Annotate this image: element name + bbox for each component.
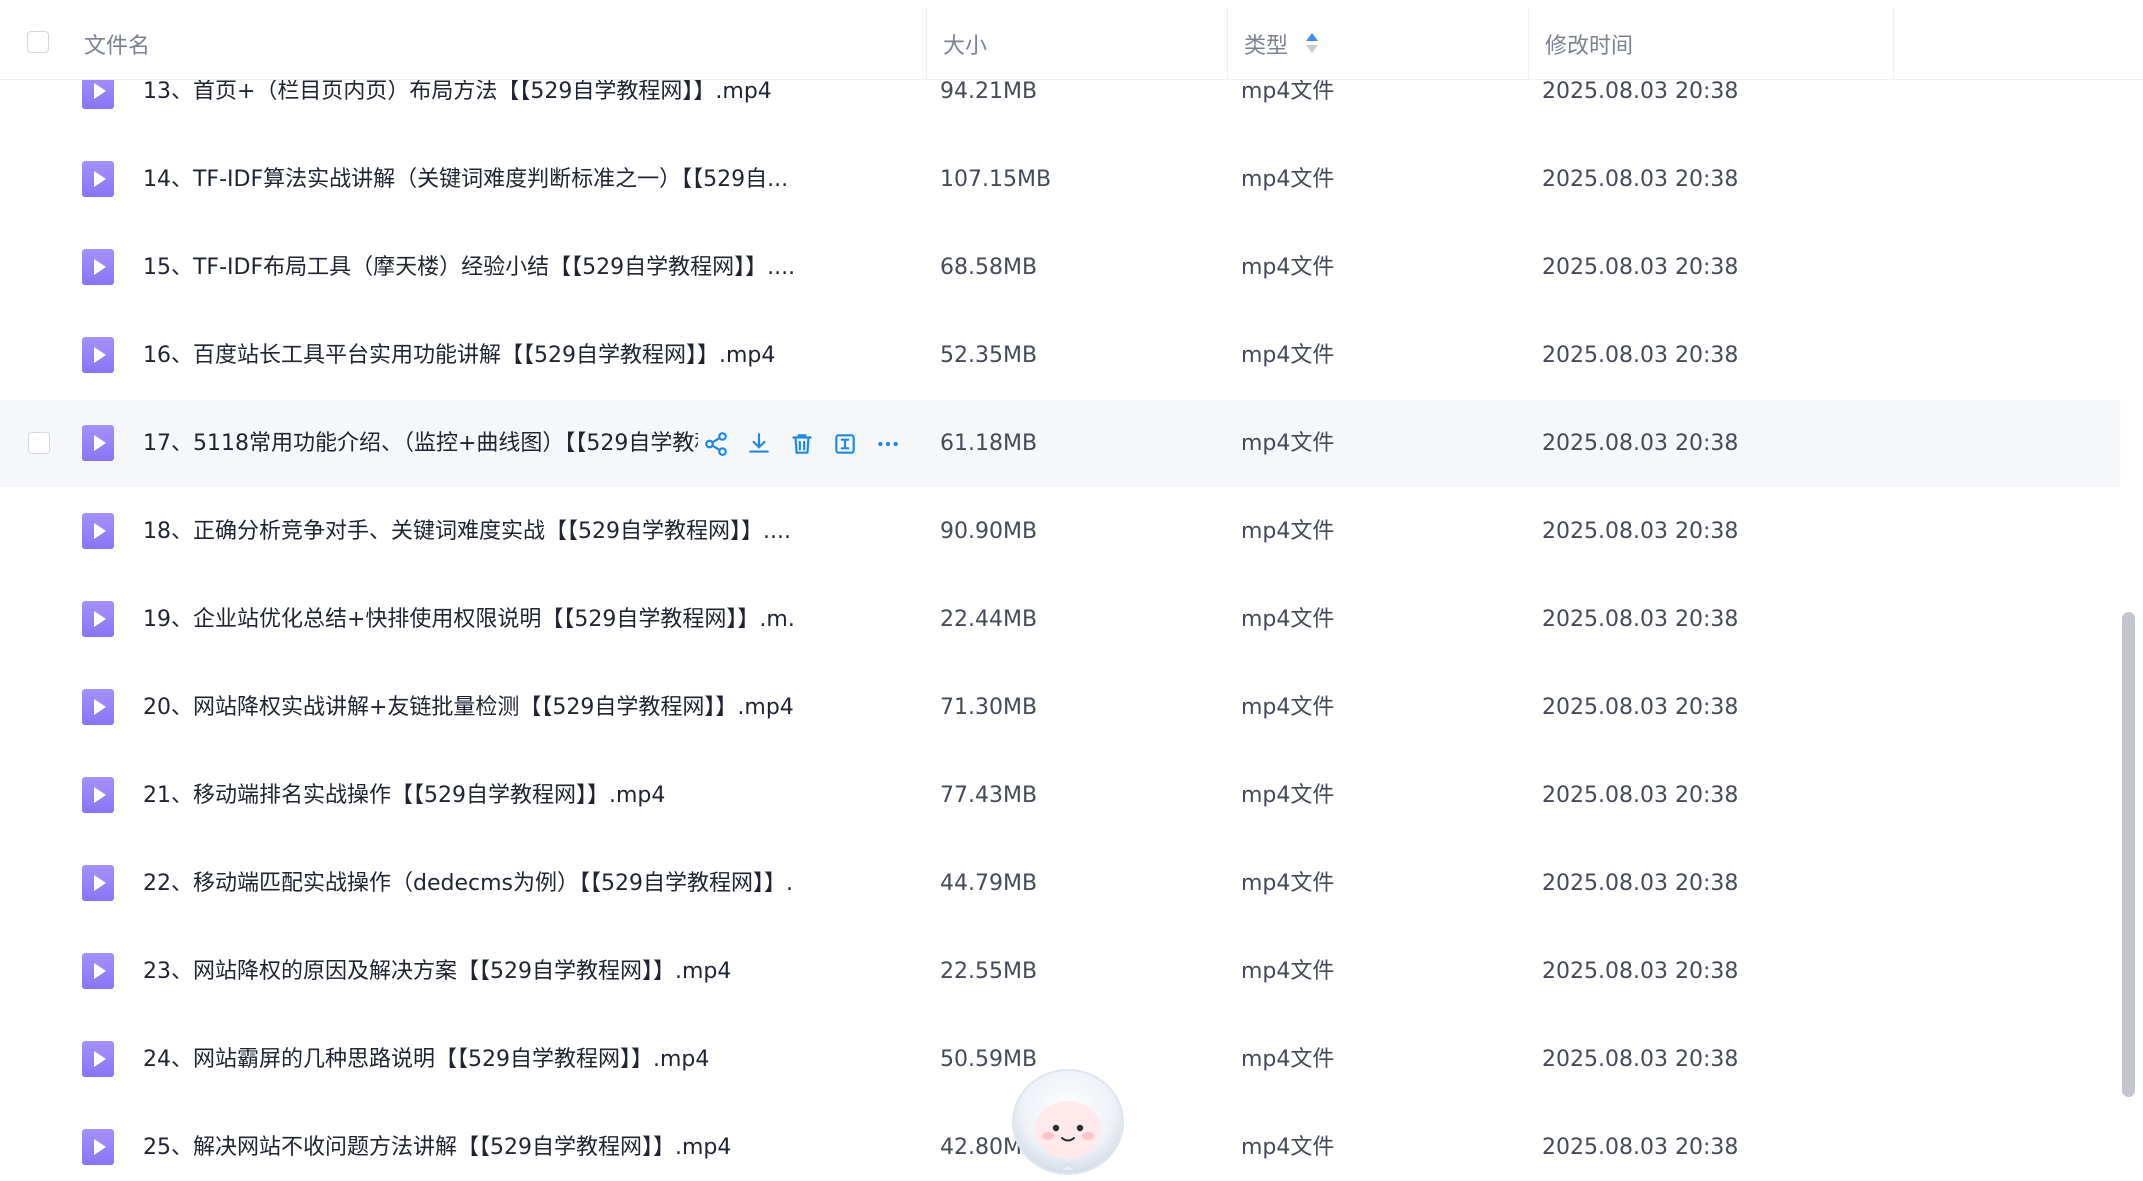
file-row[interactable]: 20、网站降权实战讲解+友链批量检测【【529自学教程网】】.mp4 71.30… — [0, 664, 2120, 751]
file-name[interactable]: 21、移动端排名实战操作【【529自学教程网】】.mp4 — [143, 752, 665, 839]
file-type: mp4文件 — [1241, 1135, 1335, 1160]
file-name[interactable]: 18、正确分析竞争对手、关键词难度实战【【529自学教程网】】.... — [143, 488, 791, 575]
column-divider[interactable] — [1528, 8, 1529, 79]
column-header-name-label: 文件名 — [84, 33, 151, 59]
row-checkbox[interactable] — [28, 432, 50, 454]
file-list-header: 文件名 大小 类型 修改时间 — [0, 0, 2143, 80]
file-row[interactable]: 19、企业站优化总结+快排使用权限说明【【529自学教程网】】.m... 22.… — [0, 576, 2120, 663]
file-row[interactable]: 21、移动端排名实战操作【【529自学教程网】】.mp4 77.43MB mp4… — [0, 752, 2120, 839]
file-size: 90.90MB — [940, 519, 1038, 544]
video-play-icon[interactable] — [82, 513, 114, 549]
file-list: 13、首页+（栏目页内页）布局方法【【529自学教程网】】.mp4 94.21M… — [0, 0, 2120, 1181]
file-type: mp4文件 — [1241, 255, 1335, 280]
file-modified-time: 2025.08.03 20:38 — [1542, 871, 1739, 896]
column-header-type-label: 类型 — [1244, 33, 1289, 59]
file-modified-time: 2025.08.03 20:38 — [1542, 1047, 1739, 1072]
column-header-size-label: 大小 — [943, 33, 988, 59]
video-play-icon[interactable] — [82, 689, 114, 725]
video-play-icon[interactable] — [82, 1129, 114, 1165]
file-modified-time: 2025.08.03 20:38 — [1542, 607, 1739, 632]
file-name[interactable]: 22、移动端匹配实战操作（dedecms为例）【【529自学教程网】】... — [143, 840, 793, 927]
column-header-mtime-label: 修改时间 — [1545, 33, 1634, 59]
file-type: mp4文件 — [1241, 607, 1335, 632]
download-icon[interactable] — [745, 430, 773, 458]
file-name[interactable]: 24、网站霸屏的几种思路说明【【529自学教程网】】.mp4 — [143, 1016, 709, 1103]
file-row[interactable]: 23、网站降权的原因及解决方案【【529自学教程网】】.mp4 22.55MB … — [0, 928, 2120, 1015]
more-icon[interactable] — [874, 430, 902, 458]
file-size: 77.43MB — [940, 783, 1038, 808]
file-size: 71.30MB — [940, 695, 1038, 720]
file-modified-time: 2025.08.03 20:38 — [1542, 255, 1739, 280]
vertical-scrollbar-thumb[interactable] — [2122, 612, 2135, 1097]
column-divider[interactable] — [926, 8, 927, 79]
file-row[interactable]: 16、百度站长工具平台实用功能讲解【【529自学教程网】】.mp4 52.35M… — [0, 312, 2120, 399]
file-row[interactable]: 15、TF-IDF布局工具（摩天楼）经验小结【【529自学教程网】】.... 6… — [0, 224, 2120, 311]
file-type: mp4文件 — [1241, 959, 1335, 984]
column-divider[interactable] — [1893, 8, 1894, 79]
file-row[interactable]: 18、正确分析竞争对手、关键词难度实战【【529自学教程网】】.... 90.9… — [0, 488, 2120, 575]
column-header-type[interactable]: 类型 — [1244, 8, 1524, 79]
file-size: 44.79MB — [940, 871, 1038, 896]
file-type: mp4文件 — [1241, 783, 1335, 808]
video-play-icon[interactable] — [82, 425, 114, 461]
file-type: mp4文件 — [1241, 871, 1335, 896]
column-header-size[interactable]: 大小 — [943, 8, 1223, 79]
file-row[interactable]: 22、移动端匹配实战操作（dedecms为例）【【529自学教程网】】... 4… — [0, 840, 2120, 927]
file-size: 22.44MB — [940, 607, 1038, 632]
file-modified-time: 2025.08.03 20:38 — [1542, 1135, 1739, 1160]
column-divider[interactable] — [1227, 8, 1228, 79]
video-play-icon[interactable] — [82, 1041, 114, 1077]
file-size: 107.15MB — [940, 167, 1052, 192]
file-name[interactable]: 17、5118常用功能介绍、（监控+曲线图）【【529自学教程网】】.mp4 — [143, 400, 698, 487]
file-size: 22.55MB — [940, 959, 1038, 984]
row-actions — [702, 400, 917, 487]
select-all-checkbox[interactable] — [27, 31, 49, 53]
file-name[interactable]: 23、网站降权的原因及解决方案【【529自学教程网】】.mp4 — [143, 928, 731, 1015]
file-type: mp4文件 — [1241, 343, 1335, 368]
rename-icon[interactable] — [831, 430, 859, 458]
file-type: mp4文件 — [1241, 431, 1335, 456]
file-type: mp4文件 — [1241, 1047, 1335, 1072]
column-header-mtime[interactable]: 修改时间 — [1545, 8, 1885, 79]
video-play-icon[interactable] — [82, 249, 114, 285]
file-modified-time: 2025.08.03 20:38 — [1542, 695, 1739, 720]
file-name[interactable]: 25、解决网站不收问题方法讲解【【529自学教程网】】.mp4 — [143, 1104, 731, 1181]
video-play-icon[interactable] — [82, 865, 114, 901]
file-name[interactable]: 16、百度站长工具平台实用功能讲解【【529自学教程网】】.mp4 — [143, 312, 775, 399]
delete-icon[interactable] — [788, 430, 816, 458]
video-play-icon[interactable] — [82, 337, 114, 373]
file-modified-time: 2025.08.03 20:38 — [1542, 167, 1739, 192]
file-modified-time: 2025.08.03 20:38 — [1542, 431, 1739, 456]
file-row[interactable]: 17、5118常用功能介绍、（监控+曲线图）【【529自学教程网】】.mp4 6… — [0, 400, 2120, 487]
assistant-mascot-icon[interactable] — [1010, 1066, 1126, 1181]
file-size: 68.58MB — [940, 255, 1038, 280]
file-type: mp4文件 — [1241, 167, 1335, 192]
file-list-view: 13、首页+（栏目页内页）布局方法【【529自学教程网】】.mp4 94.21M… — [0, 0, 2143, 1181]
video-play-icon[interactable] — [82, 953, 114, 989]
file-name[interactable]: 14、TF-IDF算法实战讲解（关键词难度判断标准之一）【【529自... — [143, 136, 788, 223]
sort-ascending-icon[interactable] — [1306, 32, 1319, 55]
file-name[interactable]: 20、网站降权实战讲解+友链批量检测【【529自学教程网】】.mp4 — [143, 664, 793, 751]
video-play-icon[interactable] — [82, 161, 114, 197]
file-name[interactable]: 15、TF-IDF布局工具（摩天楼）经验小结【【529自学教程网】】.... — [143, 224, 793, 311]
file-name[interactable]: 19、企业站优化总结+快排使用权限说明【【529自学教程网】】.m... — [143, 576, 793, 663]
file-row[interactable]: 14、TF-IDF算法实战讲解（关键词难度判断标准之一）【【529自... 10… — [0, 136, 2120, 223]
share-icon[interactable] — [702, 430, 730, 458]
video-play-icon[interactable] — [82, 601, 114, 637]
column-header-name[interactable]: 文件名 — [84, 8, 924, 79]
file-type: mp4文件 — [1241, 519, 1335, 544]
file-modified-time: 2025.08.03 20:38 — [1542, 783, 1739, 808]
file-type: mp4文件 — [1241, 695, 1335, 720]
file-size: 52.35MB — [940, 343, 1038, 368]
file-size: 61.18MB — [940, 431, 1038, 456]
file-modified-time: 2025.08.03 20:38 — [1542, 519, 1739, 544]
file-modified-time: 2025.08.03 20:38 — [1542, 343, 1739, 368]
video-play-icon[interactable] — [82, 777, 114, 813]
file-modified-time: 2025.08.03 20:38 — [1542, 959, 1739, 984]
